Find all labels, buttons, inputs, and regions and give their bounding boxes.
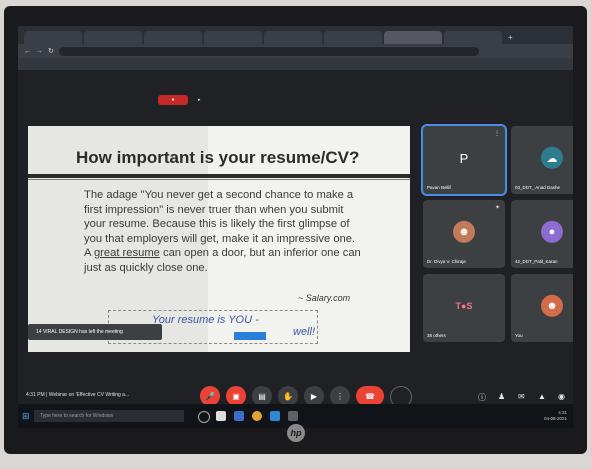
raise-hand-button[interactable]: ✋ [278,386,298,406]
avatar: ☁ [541,146,563,169]
participant-name: Pavan Bellif [427,185,451,190]
participant-name: 38 others [427,333,446,338]
new-tab-icon[interactable]: + [508,33,513,42]
recording-button[interactable]: ● [158,95,188,105]
meeting-area: ● ▸ How important is your resume/CV? The… [18,70,573,428]
leave-call-button[interactable]: ☎ [356,386,384,406]
app-icon[interactable] [288,411,298,421]
url-input[interactable] [58,46,479,56]
slide-overlay-button[interactable] [234,332,266,340]
hp-logo: hp [287,424,305,442]
participant-left-toast: 14 VIRAL DESIGN has left the meeting [28,324,162,340]
slide-divider [28,174,410,178]
more-options-icon[interactable]: ⋮ [494,130,500,137]
participant-tile[interactable]: T●S 38 others [423,274,505,342]
people-icon[interactable]: ♟ [498,392,505,401]
captions-button[interactable]: ▤ [252,386,272,406]
others-avatars: T●S [455,301,473,311]
forward-icon[interactable]: → [36,48,43,55]
pin-icon[interactable]: ✦ [495,204,500,211]
reload-icon[interactable]: ↻ [48,47,54,55]
avatar: ☻ [541,294,563,317]
bookmarks-bar [18,58,573,70]
task-view-icon[interactable] [198,411,210,423]
browser-tab-bar: + [18,26,573,44]
avatar: ☻ [453,220,475,243]
taskbar-clock[interactable]: 4:31 04-08-2021 [544,410,567,422]
slide-quote-end: well! [293,326,316,338]
avatar: P [453,146,475,169]
participant-tile-self[interactable]: ☻ ✦ You [511,274,573,342]
app-icon[interactable] [270,411,280,421]
address-bar-row: ← → ↻ [18,44,573,58]
chrome-icon[interactable] [252,411,262,421]
presentation-slide: How important is your resume/CV? The ada… [28,126,410,352]
store-icon[interactable] [234,411,244,421]
browser-tab[interactable] [444,31,502,44]
slide-quote: Your resume is YOU - [152,314,259,326]
mic-off-button[interactable]: 🎤 [200,386,220,406]
clock-date: 04-08-2021 [543,416,567,421]
more-options-button[interactable]: ⋮ [330,386,350,406]
avatar: ● [541,220,563,243]
participant-name: 42_DDT_Patil_Karan [515,259,558,264]
participant-name: You [515,333,523,338]
slide-link: great resume [93,247,160,259]
browser-tab[interactable] [24,31,82,44]
browser-tab[interactable] [264,31,322,44]
recording-bar: ● ▸ [158,94,201,106]
participant-tile[interactable]: P ⋮ Pavan Bellif [421,124,507,196]
participant-name: 03_DDT_ Anad Dashe [515,185,561,190]
presenting-icon: ▸ [198,97,201,103]
back-icon[interactable]: ← [24,48,31,55]
taskbar-search-input[interactable]: Type here to search for Windows [34,410,184,422]
participant-tile[interactable]: ● ✦ 42_DDT_Patil_Karan [511,200,573,268]
browser-tab[interactable] [324,31,382,44]
participant-tile[interactable]: ☁ ✦ 03_DDT_ Anad Dashe [511,126,573,194]
screen: + ← → ↻ ● ▸ How important is your resume… [18,26,573,428]
browser-tab[interactable] [144,31,202,44]
lock-icon[interactable]: ◉ [558,392,565,401]
windows-start-icon[interactable]: ⊞ [22,411,30,422]
browser-tab-active[interactable] [384,31,442,44]
camera-off-button[interactable]: ▣ [226,386,246,406]
slide-divider-thin [28,179,410,180]
monitor-bezel: + ← → ↻ ● ▸ How important is your resume… [4,6,587,454]
info-icon[interactable]: ⓘ [478,392,486,403]
activities-icon[interactable]: ▲ [538,392,546,401]
present-button[interactable]: ▶ [304,386,324,406]
meeting-time-title: 4:31 PM | Webinar on 'Effective CV Writi… [26,392,130,398]
slide-title: How important is your resume/CV? [76,148,360,167]
participant-name: Dr. Divya V. Chiraje [427,259,466,264]
file-explorer-icon[interactable] [216,411,226,421]
browser-tab[interactable] [204,31,262,44]
chat-icon[interactable]: ✉ [518,392,525,401]
slide-body-text: The adage "You never get a second chance… [84,188,362,275]
slide-source: ~ Salary.com [298,293,351,303]
participant-tile[interactable]: ☻ ✦ Dr. Divya V. Chiraje [423,200,505,268]
browser-tab[interactable] [84,31,142,44]
